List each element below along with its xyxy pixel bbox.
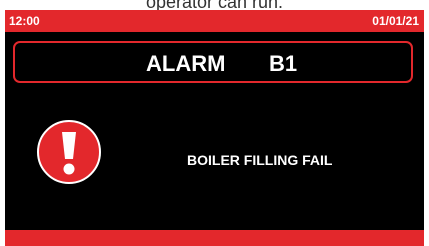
clock-time: 12:00: [9, 14, 40, 28]
alarm-code: B1: [269, 51, 298, 76]
alarm-screen: 12:00 01/01/21 ALARM B1 BOILER FILLING F…: [5, 10, 424, 246]
alarm-title-label: ALARM: [146, 51, 226, 76]
exclamation-alert-icon: [37, 120, 101, 184]
alarm-title-box: ALARM B1: [13, 41, 413, 83]
page-caption: operator can run.: [145, 0, 284, 10]
current-date: 01/01/21: [372, 14, 419, 28]
bottom-bar: [5, 230, 424, 246]
alarm-message: BOILER FILLING FAIL: [187, 152, 333, 168]
status-bar: 12:00 01/01/21: [5, 10, 424, 32]
